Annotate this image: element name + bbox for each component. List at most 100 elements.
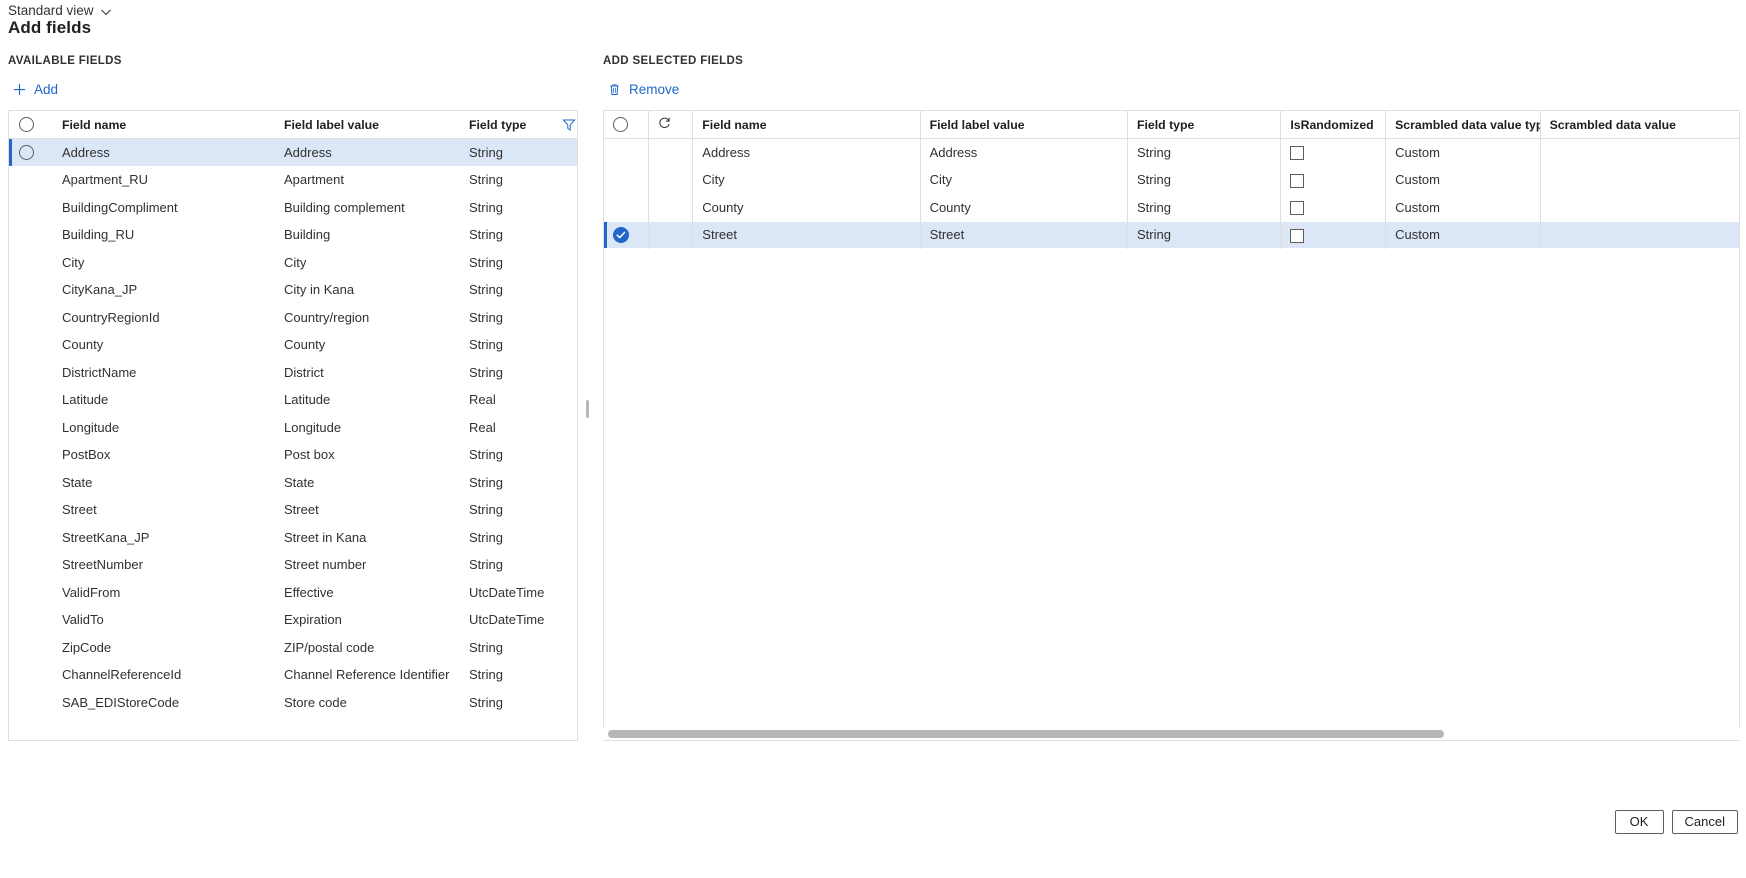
add-button[interactable]: Add bbox=[12, 82, 58, 97]
cell-field-name[interactable]: CityKana_JP bbox=[53, 276, 275, 304]
cell-scrambled-data-value-type[interactable]: Custom bbox=[1385, 193, 1541, 221]
row-select-cell[interactable] bbox=[9, 166, 53, 194]
column-header-scrambled-data-value[interactable]: Scrambled data value bbox=[1540, 111, 1739, 139]
cell-field-label-value[interactable]: Latitude bbox=[275, 386, 460, 414]
cell-field-label-value[interactable]: Address bbox=[920, 138, 1128, 166]
cell-field-label-value[interactable]: District bbox=[275, 359, 460, 387]
row-select-cell[interactable] bbox=[9, 606, 53, 634]
row-select-cell[interactable] bbox=[9, 138, 53, 166]
cell-field-name[interactable]: ValidTo bbox=[53, 606, 275, 634]
cell-field-label-value[interactable]: ZIP/postal code bbox=[275, 634, 460, 662]
table-row[interactable]: Latitude Latitude Real bbox=[9, 386, 577, 414]
column-header-field-label-value[interactable]: Field label value bbox=[920, 111, 1128, 139]
select-all-header[interactable] bbox=[604, 111, 650, 139]
horizontal-scrollbar-track[interactable] bbox=[603, 727, 1740, 740]
cell-scrambled-data-value-type[interactable]: Custom bbox=[1385, 166, 1541, 194]
horizontal-scrollbar-thumb[interactable] bbox=[608, 730, 1444, 738]
row-select-cell[interactable] bbox=[9, 496, 53, 524]
cell-field-name[interactable]: Apartment_RU bbox=[53, 166, 275, 194]
cell-scrambled-data-value-type[interactable]: Custom bbox=[1385, 138, 1541, 166]
table-row[interactable]: CityKana_JP City in Kana String bbox=[9, 276, 577, 304]
cell-field-type[interactable]: UtcDateTime bbox=[460, 579, 561, 607]
cell-field-name[interactable]: Longitude bbox=[53, 414, 275, 442]
column-header-field-name[interactable]: Field name bbox=[53, 111, 275, 139]
table-row[interactable]: County County String Custom bbox=[604, 193, 1739, 221]
row-select-cell[interactable] bbox=[9, 304, 53, 332]
cell-field-type[interactable]: String bbox=[460, 634, 561, 662]
cell-field-type[interactable]: String bbox=[460, 661, 561, 689]
cell-field-name[interactable]: County bbox=[53, 331, 275, 359]
cell-field-label-value[interactable]: Street bbox=[275, 496, 460, 524]
row-select-cell[interactable] bbox=[9, 441, 53, 469]
cell-field-label-value[interactable]: County bbox=[920, 193, 1128, 221]
cell-field-label-value[interactable]: State bbox=[275, 469, 460, 497]
radio-circle-icon[interactable] bbox=[19, 145, 34, 161]
ok-button[interactable]: OK bbox=[1614, 810, 1664, 834]
row-select-cell[interactable] bbox=[604, 221, 650, 249]
row-select-cell[interactable] bbox=[604, 166, 650, 194]
cell-field-type[interactable]: UtcDateTime bbox=[460, 606, 561, 634]
checkbox-icon[interactable] bbox=[1290, 146, 1305, 161]
cell-field-type[interactable]: String bbox=[460, 689, 561, 717]
cell-field-label-value[interactable]: Post box bbox=[275, 441, 460, 469]
cell-field-type[interactable]: String bbox=[460, 469, 561, 497]
cell-field-label-value[interactable]: Address bbox=[275, 138, 460, 166]
row-select-cell[interactable] bbox=[9, 634, 53, 662]
cell-field-name[interactable]: Address bbox=[692, 138, 921, 166]
cell-field-type[interactable]: String bbox=[460, 331, 561, 359]
row-select-cell[interactable] bbox=[9, 276, 53, 304]
cell-field-type[interactable]: String bbox=[460, 304, 561, 332]
cell-field-name[interactable]: ValidFrom bbox=[53, 579, 275, 607]
cell-field-label-value[interactable]: Apartment bbox=[275, 166, 460, 194]
cell-field-name[interactable]: CountryRegionId bbox=[53, 304, 275, 332]
table-row[interactable]: SAB_EDIStoreCode Store code String bbox=[9, 689, 577, 717]
cell-field-type[interactable]: String bbox=[460, 441, 561, 469]
cell-scrambled-data-value[interactable] bbox=[1540, 138, 1739, 166]
cell-field-name[interactable]: Building_RU bbox=[53, 221, 275, 249]
row-select-cell[interactable] bbox=[9, 414, 53, 442]
cell-field-name[interactable]: DistrictName bbox=[53, 359, 275, 387]
cell-field-label-value[interactable]: Longitude bbox=[275, 414, 460, 442]
table-row[interactable]: ValidTo Expiration UtcDateTime bbox=[9, 606, 577, 634]
row-select-cell[interactable] bbox=[9, 551, 53, 579]
table-row[interactable]: Street Street String bbox=[9, 496, 577, 524]
table-row[interactable]: PostBox Post box String bbox=[9, 441, 577, 469]
cell-field-label-value[interactable]: Channel Reference Identifier bbox=[275, 661, 460, 689]
table-row[interactable]: State State String bbox=[9, 469, 577, 497]
cell-field-name[interactable]: ChannelReferenceId bbox=[53, 661, 275, 689]
filter-funnel-icon[interactable] bbox=[561, 117, 577, 133]
table-row[interactable]: StreetNumber Street number String bbox=[9, 551, 577, 579]
cell-field-label-value[interactable]: City bbox=[920, 166, 1128, 194]
checkbox-icon[interactable] bbox=[1290, 228, 1305, 243]
table-row[interactable]: Apartment_RU Apartment String bbox=[9, 166, 577, 194]
column-header-scrambled-data-value-type[interactable]: Scrambled data value type bbox=[1385, 111, 1541, 139]
column-header-field-type[interactable]: Field type bbox=[460, 111, 561, 139]
cell-is-randomized[interactable] bbox=[1280, 193, 1387, 221]
table-row[interactable]: City City String bbox=[9, 249, 577, 277]
cell-field-type[interactable]: String bbox=[460, 194, 561, 222]
column-header-field-label-value[interactable]: Field label value bbox=[275, 111, 460, 139]
cell-field-type[interactable]: String bbox=[460, 496, 561, 524]
cell-field-type[interactable]: String bbox=[460, 221, 561, 249]
cell-field-label-value[interactable]: Street bbox=[920, 221, 1128, 249]
radio-circle-icon[interactable] bbox=[613, 117, 628, 133]
cell-field-name[interactable]: StreetNumber bbox=[53, 551, 275, 579]
cell-field-label-value[interactable]: Expiration bbox=[275, 606, 460, 634]
row-select-cell[interactable] bbox=[604, 193, 650, 221]
checkbox-icon[interactable] bbox=[1290, 201, 1305, 216]
cell-field-type[interactable]: String bbox=[1127, 193, 1282, 221]
cell-field-name[interactable]: City bbox=[692, 166, 921, 194]
cell-field-name[interactable]: Latitude bbox=[53, 386, 275, 414]
cell-field-name[interactable]: StreetKana_JP bbox=[53, 524, 275, 552]
table-row[interactable]: CountryRegionId Country/region String bbox=[9, 304, 577, 332]
cell-field-type[interactable]: String bbox=[460, 138, 561, 166]
cell-field-name[interactable]: ZipCode bbox=[53, 634, 275, 662]
table-row[interactable]: ValidFrom Effective UtcDateTime bbox=[9, 579, 577, 607]
table-row[interactable]: Street Street String Custom bbox=[604, 221, 1739, 249]
row-select-cell[interactable] bbox=[9, 359, 53, 387]
cell-field-type[interactable]: String bbox=[460, 551, 561, 579]
cell-field-name[interactable]: BuildingCompliment bbox=[53, 194, 275, 222]
row-select-cell[interactable] bbox=[9, 331, 53, 359]
table-row[interactable]: DistrictName District String bbox=[9, 359, 577, 387]
row-select-cell[interactable] bbox=[9, 194, 53, 222]
